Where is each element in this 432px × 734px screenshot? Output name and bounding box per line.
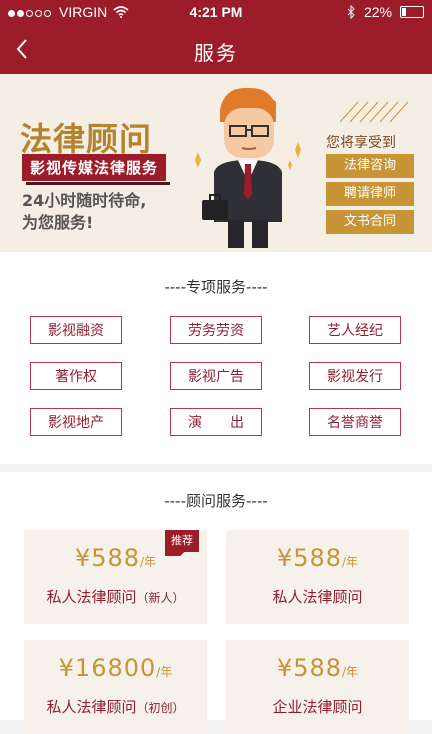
banner-tag: 影视传媒法律服务 [22,154,171,185]
card-name: 企业法律顾问 [226,696,409,717]
lawyer-illustration [195,87,301,248]
service-labor[interactable]: 劳务劳资 [170,316,262,344]
card-price: ¥588/年 [24,544,207,572]
card-name-text: 企业法律顾问 [272,698,363,716]
card-name-text: 私人法律顾问 [46,588,137,606]
special-services-section: ----专项服务---- 影视融资 劳务劳资 艺人经纪 著作权 影视广告 影视发… [0,252,432,464]
card-name: 私人法律顾问（新人） [24,586,207,607]
battery-icon [400,6,424,18]
card-price-unit: /年 [342,555,359,569]
advisor-services-section: ----顾问服务---- 推荐 ¥588/年 私人法律顾问（新人） ¥588/年… [0,472,432,734]
card-price-value: ¥588 [74,544,141,572]
battery-fill [402,8,406,16]
service-film-distribution[interactable]: 影视发行 [309,362,401,390]
service-artist-management[interactable]: 艺人经纪 [309,316,401,344]
card-name: 私人法律顾问 [226,586,409,607]
service-copyright[interactable]: 著作权 [30,362,122,390]
card-price-unit: /年 [140,555,157,569]
card-price-value: ¥588 [276,654,343,682]
banner-slogan-line2: 为您服务! [22,213,94,232]
advisor-card-personal[interactable]: ¥588/年 私人法律顾问 [226,530,409,624]
card-price: ¥16800/年 [24,654,207,682]
status-right: 22% [347,4,424,20]
benefits-heading: 您将享受到 [326,135,396,151]
card-price: ¥588/年 [226,654,409,682]
card-name-note: （新人） [136,591,185,605]
card-name-note: （初创） [136,701,185,715]
card-price-value: ¥588 [276,544,343,572]
special-services-title: ----专项服务---- [164,278,268,296]
card-price: ¥588/年 [226,544,409,572]
service-film-real-estate[interactable]: 影视地产 [30,408,122,436]
card-price-unit: /年 [156,665,173,679]
card-price-value: ¥16800 [58,654,157,682]
banner-slogan-line1: 24小时随时待命, [22,191,147,210]
status-bar: VIRGIN 4:21 PM 22% [0,0,432,24]
service-performance[interactable]: 演 出 [170,408,262,436]
legal-advisor-banner[interactable]: 法律顾问 影视传媒法律服务 24小时随时待命, 为您服务! 您将享受到 法律咨询… [0,74,432,252]
service-film-advertising[interactable]: 影视广告 [170,362,262,390]
card-name-text: 私人法律顾问 [272,588,363,606]
battery-percent: 22% [363,4,392,20]
nav-bar: 服务 [0,24,432,74]
card-price-unit: /年 [342,665,359,679]
card-name: 私人法律顾问（初创） [24,696,207,717]
banner-slogan: 24小时随时待命, 为您服务! [22,190,146,234]
advisor-services-title: ----顾问服务---- [164,492,268,510]
benefit-document-contract[interactable]: 文书合同 [326,210,414,234]
card-name-text: 私人法律顾问 [46,698,137,716]
page-title: 服务 [194,41,238,65]
service-film-financing[interactable]: 影视融资 [30,316,122,344]
bluetooth-icon [347,5,355,19]
service-reputation[interactable]: 名誉商誉 [309,408,401,436]
decorative-stripes-icon [340,101,409,123]
benefit-hire-lawyer[interactable]: 聘请律师 [326,182,414,206]
benefit-legal-consultation[interactable]: 法律咨询 [326,154,414,178]
advisor-card-personal-new[interactable]: 推荐 ¥588/年 私人法律顾问（新人） [24,530,207,624]
